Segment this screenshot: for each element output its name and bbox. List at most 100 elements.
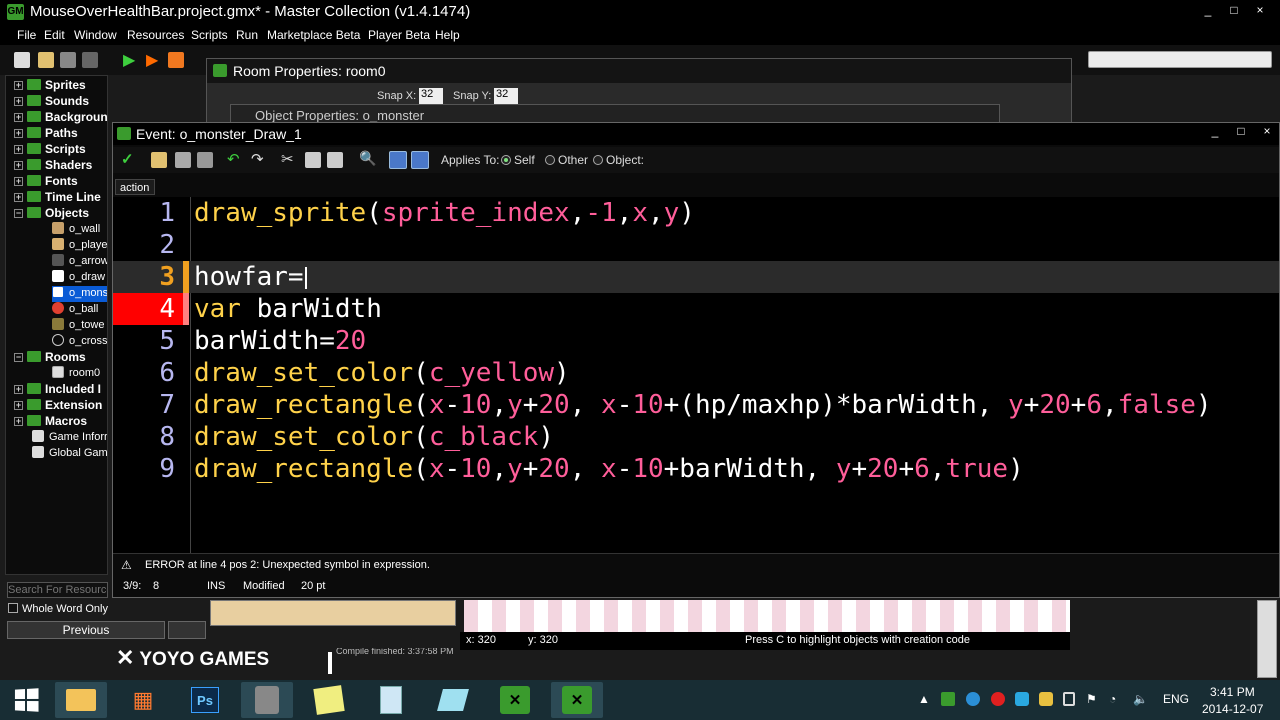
- load-icon[interactable]: [151, 152, 167, 168]
- toolbar-search-box[interactable]: [1088, 51, 1272, 68]
- tree-fonts[interactable]: + Fonts: [14, 174, 78, 190]
- snap-y-input[interactable]: 32: [494, 88, 518, 104]
- undo-icon[interactable]: ↶: [227, 150, 240, 168]
- event-close-button[interactable]: ×: [1259, 125, 1275, 138]
- ok-check-icon[interactable]: ✓: [121, 150, 134, 168]
- event-minimize-button[interactable]: _: [1207, 125, 1223, 138]
- menu-window[interactable]: Window: [74, 28, 117, 42]
- tray-flag-icon[interactable]: ⚑: [1086, 692, 1097, 706]
- whole-word-option[interactable]: Whole Word Only: [8, 603, 108, 615]
- code-line[interactable]: draw_rectangle(x-10,y+20, x-10+barWidth,…: [194, 453, 1024, 485]
- find-icon[interactable]: 🔍: [359, 150, 376, 167]
- tree-room0[interactable]: room0: [52, 366, 100, 382]
- open-project-icon[interactable]: [38, 52, 54, 68]
- tree-object-item[interactable]: o_ball: [52, 302, 98, 318]
- tree-object-item[interactable]: o_draw: [52, 270, 105, 286]
- close-button[interactable]: ×: [1252, 4, 1268, 17]
- search-resource-input[interactable]: [7, 582, 108, 598]
- code-line[interactable]: draw_set_color(c_yellow): [194, 357, 570, 389]
- tree-objects[interactable]: − Objects: [14, 206, 89, 222]
- event-maximize-button[interactable]: □: [1233, 125, 1249, 138]
- tray-battery-icon[interactable]: [1063, 692, 1075, 706]
- notes-app[interactable]: [303, 682, 355, 718]
- tray-opera-icon[interactable]: [991, 692, 1005, 706]
- tray-volume-icon[interactable]: 🔈: [1133, 692, 1148, 706]
- menu-resources[interactable]: Resources: [127, 28, 184, 42]
- tree-shaders[interactable]: + Shaders: [14, 158, 92, 174]
- grid-icon[interactable]: [389, 151, 407, 169]
- code-line[interactable]: draw_sprite(sprite_index,-1,x,y): [194, 197, 695, 229]
- menu-help[interactable]: Help: [435, 28, 460, 42]
- menu-player-beta[interactable]: Player Beta: [368, 28, 430, 42]
- clock-date[interactable]: 2014-12-07: [1202, 702, 1263, 716]
- menu-edit[interactable]: Edit: [44, 28, 65, 42]
- new-project-icon[interactable]: [14, 52, 30, 68]
- tree-scripts[interactable]: + Scripts: [14, 142, 86, 158]
- tree-extensions[interactable]: + Extension: [14, 398, 102, 414]
- menu-run[interactable]: Run: [236, 28, 258, 42]
- tree-object-item[interactable]: o_towe: [52, 318, 104, 334]
- export-icon[interactable]: [82, 52, 98, 68]
- radio-other[interactable]: Other: [545, 153, 588, 167]
- start-button[interactable]: [0, 682, 52, 718]
- tree-object-item-selected[interactable]: o_monst: [52, 286, 107, 302]
- language-indicator[interactable]: ENG: [1163, 692, 1189, 706]
- tree-sprites[interactable]: + Sprites: [14, 78, 86, 94]
- create-exe-icon[interactable]: [168, 52, 184, 68]
- vertical-scrollbar[interactable]: [1257, 600, 1277, 678]
- snippet-icon[interactable]: [411, 151, 429, 169]
- code-line[interactable]: draw_set_color(c_black): [194, 421, 554, 453]
- scroll-thumb[interactable]: [328, 652, 332, 674]
- code-line[interactable]: var barWidth: [194, 293, 382, 325]
- apps-app[interactable]: ▦: [117, 682, 169, 718]
- tree-paths[interactable]: + Paths: [14, 126, 78, 142]
- explorer-app[interactable]: [55, 682, 107, 718]
- clock-time[interactable]: 3:41 PM: [1210, 685, 1255, 699]
- app7[interactable]: [427, 682, 479, 718]
- tray-wifi-icon[interactable]: ◔: [1109, 692, 1116, 706]
- tree-object-item[interactable]: o_playe: [52, 238, 107, 254]
- code-editor[interactable]: 1 draw_sprite(sprite_index,-1,x,y) 2 3 howfa…: [113, 197, 1279, 553]
- tray-security-icon[interactable]: [1039, 692, 1053, 706]
- cut-icon[interactable]: ✂: [281, 150, 294, 168]
- snap-x-input[interactable]: 32: [419, 88, 443, 104]
- tree-object-item[interactable]: o_arrow: [52, 254, 107, 270]
- tree-global-game[interactable]: Global Gam: [32, 446, 107, 462]
- tree-object-item[interactable]: o_wall: [52, 222, 100, 238]
- tree-object-item[interactable]: o_cross: [52, 334, 107, 350]
- tab-action[interactable]: action: [115, 179, 155, 195]
- tray-sync-icon[interactable]: [966, 692, 980, 706]
- tray-network-icon[interactable]: [1015, 692, 1029, 706]
- gamemaker-app-1[interactable]: ✕: [489, 682, 541, 718]
- radio-object[interactable]: Object:: [593, 153, 644, 167]
- save-code-icon[interactable]: [175, 152, 191, 168]
- checkbox[interactable]: [8, 603, 18, 613]
- room-canvas[interactable]: [464, 600, 1070, 632]
- debug-icon[interactable]: ▶: [146, 50, 158, 70]
- run-icon[interactable]: ▶: [123, 50, 135, 70]
- paste-icon[interactable]: [327, 152, 343, 168]
- menu-scripts[interactable]: Scripts: [191, 28, 228, 42]
- copy-icon[interactable]: [305, 152, 321, 168]
- code-line[interactable]: draw_rectangle(x-10,y+20, x-10+(hp/maxhp…: [194, 389, 1212, 421]
- tree-sounds[interactable]: + Sounds: [14, 94, 89, 110]
- gamemaker-app-2[interactable]: ✕: [551, 682, 603, 718]
- tray-expand-icon[interactable]: ▲: [918, 692, 930, 706]
- code-line[interactable]: howfar=: [194, 261, 304, 293]
- tree-timelines[interactable]: + Time Line: [14, 190, 101, 206]
- photoshop-app[interactable]: Ps: [179, 682, 231, 718]
- tree-game-info[interactable]: Game Inforr: [32, 430, 107, 446]
- tree-included[interactable]: + Included I: [14, 382, 101, 398]
- print-icon[interactable]: [197, 152, 213, 168]
- menu-marketplace[interactable]: Marketplace Beta: [267, 28, 360, 42]
- tree-macros[interactable]: + Macros: [14, 414, 87, 430]
- minimize-button[interactable]: _: [1200, 4, 1216, 17]
- previous-button[interactable]: Previous: [7, 621, 165, 639]
- maximize-button[interactable]: □: [1226, 4, 1242, 17]
- tree-backgrounds[interactable]: +Backgrounds: [14, 110, 107, 126]
- tree-rooms[interactable]: − Rooms: [14, 350, 86, 366]
- radio-self[interactable]: Self: [501, 153, 535, 167]
- code-line[interactable]: barWidth=20: [194, 325, 366, 357]
- save-icon[interactable]: [60, 52, 76, 68]
- tray-gamemaker-icon[interactable]: [941, 692, 955, 706]
